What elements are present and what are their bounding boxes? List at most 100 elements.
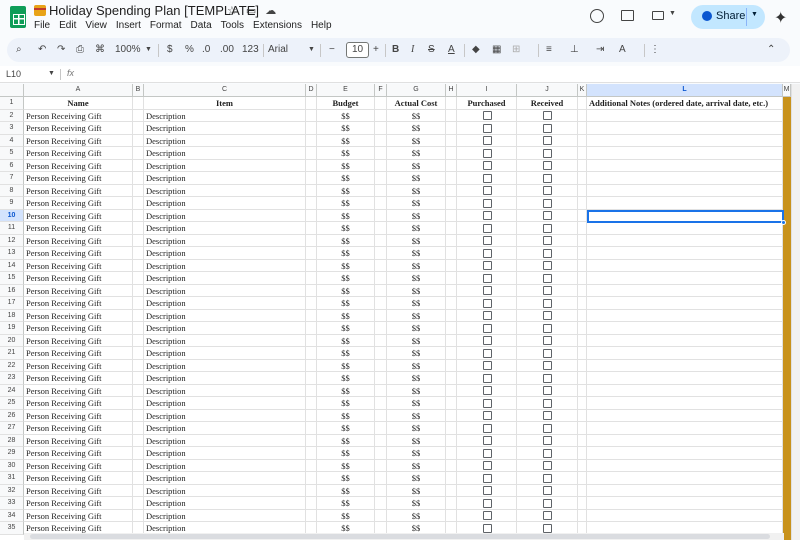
cell-received[interactable] bbox=[517, 197, 578, 210]
row-header-26[interactable]: 26 bbox=[0, 409, 24, 422]
cell-actual-cost[interactable]: $$ bbox=[387, 459, 446, 472]
cell-h[interactable] bbox=[446, 109, 457, 122]
cell-notes[interactable] bbox=[587, 309, 783, 322]
increase-font-size-button[interactable]: + bbox=[373, 42, 379, 58]
cell-purchased[interactable] bbox=[457, 422, 517, 435]
cell-purchased[interactable] bbox=[457, 234, 517, 247]
cell-f[interactable] bbox=[375, 147, 387, 160]
cell-f[interactable] bbox=[375, 209, 387, 222]
cell-received[interactable] bbox=[517, 497, 578, 510]
cell-budget[interactable]: $$ bbox=[317, 234, 375, 247]
row-header-2[interactable]: 2 bbox=[0, 109, 24, 122]
received-checkbox[interactable] bbox=[543, 286, 552, 295]
column-header-m[interactable]: M bbox=[783, 84, 791, 97]
menu-insert[interactable]: Insert bbox=[116, 20, 141, 31]
cell-b[interactable] bbox=[133, 97, 144, 110]
cell-purchased[interactable] bbox=[457, 509, 517, 522]
purchased-checkbox[interactable] bbox=[483, 461, 492, 470]
cell-budget[interactable]: $$ bbox=[317, 347, 375, 360]
purchased-checkbox[interactable] bbox=[483, 186, 492, 195]
cell-name[interactable]: Person Receiving Gift bbox=[24, 247, 133, 260]
menu-help[interactable]: Help bbox=[311, 20, 332, 31]
cell-budget[interactable]: $$ bbox=[317, 247, 375, 260]
cell-item[interactable]: Description bbox=[144, 497, 306, 510]
cell-name[interactable]: Person Receiving Gift bbox=[24, 422, 133, 435]
header-received[interactable]: Received bbox=[517, 97, 578, 110]
cell-h[interactable] bbox=[446, 359, 457, 372]
cell-name[interactable]: Person Receiving Gift bbox=[24, 384, 133, 397]
comments-icon[interactable] bbox=[621, 10, 634, 21]
purchased-checkbox[interactable] bbox=[483, 348, 492, 358]
cell-received[interactable] bbox=[517, 172, 578, 185]
cell-h[interactable] bbox=[446, 122, 457, 135]
cell-name[interactable]: Person Receiving Gift bbox=[24, 272, 133, 285]
cell-k[interactable] bbox=[578, 272, 587, 285]
cell-purchased[interactable] bbox=[457, 384, 517, 397]
cell-d[interactable] bbox=[306, 409, 317, 422]
cell-notes[interactable] bbox=[587, 372, 783, 385]
cell-purchased[interactable] bbox=[457, 372, 517, 385]
cell-actual-cost[interactable]: $$ bbox=[387, 322, 446, 335]
received-checkbox[interactable] bbox=[543, 361, 552, 370]
purchased-checkbox[interactable] bbox=[483, 148, 492, 158]
cell-f[interactable] bbox=[375, 97, 387, 110]
purchased-checkbox[interactable] bbox=[483, 286, 492, 295]
cell-received[interactable] bbox=[517, 472, 578, 485]
cell-d[interactable] bbox=[306, 159, 317, 172]
cell-f[interactable] bbox=[375, 184, 387, 197]
cell-purchased[interactable] bbox=[457, 122, 517, 135]
cell-name[interactable]: Person Receiving Gift bbox=[24, 259, 133, 272]
cell-h[interactable] bbox=[446, 97, 457, 110]
paint-format-icon[interactable]: ⌘ bbox=[95, 42, 105, 58]
cell-actual-cost[interactable]: $$ bbox=[387, 409, 446, 422]
cell-received[interactable] bbox=[517, 159, 578, 172]
cell-h[interactable] bbox=[446, 334, 457, 347]
cell-h[interactable] bbox=[446, 234, 457, 247]
cell-notes[interactable] bbox=[587, 384, 783, 397]
purchased-checkbox[interactable] bbox=[483, 323, 492, 333]
cell-k[interactable] bbox=[578, 359, 587, 372]
cell-purchased[interactable] bbox=[457, 334, 517, 347]
cell-f[interactable] bbox=[375, 509, 387, 522]
cell-h[interactable] bbox=[446, 497, 457, 510]
cell-budget[interactable]: $$ bbox=[317, 434, 375, 447]
cell-purchased[interactable] bbox=[457, 172, 517, 185]
purchased-checkbox[interactable] bbox=[483, 411, 492, 420]
cell-actual-cost[interactable]: $$ bbox=[387, 509, 446, 522]
cell-purchased[interactable] bbox=[457, 147, 517, 160]
row-header-12[interactable]: 12 bbox=[0, 234, 24, 247]
cell-name[interactable]: Person Receiving Gift bbox=[24, 184, 133, 197]
cell-b[interactable] bbox=[133, 459, 144, 472]
row-header-4[interactable]: 4 bbox=[0, 134, 24, 147]
cell-k[interactable] bbox=[578, 109, 587, 122]
purchased-checkbox[interactable] bbox=[483, 261, 492, 270]
cell-received[interactable] bbox=[517, 134, 578, 147]
received-checkbox[interactable] bbox=[543, 498, 552, 508]
cell-k[interactable] bbox=[578, 284, 587, 297]
move-folder-icon[interactable]: ▭ bbox=[246, 5, 265, 17]
cell-budget[interactable]: $$ bbox=[317, 209, 375, 222]
cell-d[interactable] bbox=[306, 272, 317, 285]
cell-f[interactable] bbox=[375, 309, 387, 322]
cell-actual-cost[interactable]: $$ bbox=[387, 484, 446, 497]
header-purchased[interactable]: Purchased bbox=[457, 97, 517, 110]
valign-icon[interactable]: ⊥ bbox=[570, 42, 579, 58]
column-header-f[interactable]: F bbox=[375, 84, 387, 97]
cell-b[interactable] bbox=[133, 234, 144, 247]
cell-f[interactable] bbox=[375, 334, 387, 347]
borders-icon[interactable]: ▦ bbox=[492, 42, 501, 58]
menu-format[interactable]: Format bbox=[150, 20, 182, 31]
italic-button[interactable]: I bbox=[411, 42, 414, 58]
cell-h[interactable] bbox=[446, 347, 457, 360]
purchased-checkbox[interactable] bbox=[483, 373, 492, 383]
cell-b[interactable] bbox=[133, 259, 144, 272]
cell-notes[interactable] bbox=[587, 234, 783, 247]
cell-actual-cost[interactable]: $$ bbox=[387, 472, 446, 485]
received-checkbox[interactable] bbox=[543, 223, 552, 233]
cell-b[interactable] bbox=[133, 497, 144, 510]
cell-item[interactable]: Description bbox=[144, 197, 306, 210]
cell-received[interactable] bbox=[517, 384, 578, 397]
cell-item[interactable]: Description bbox=[144, 134, 306, 147]
cell-actual-cost[interactable]: $$ bbox=[387, 197, 446, 210]
received-checkbox[interactable] bbox=[543, 173, 552, 183]
